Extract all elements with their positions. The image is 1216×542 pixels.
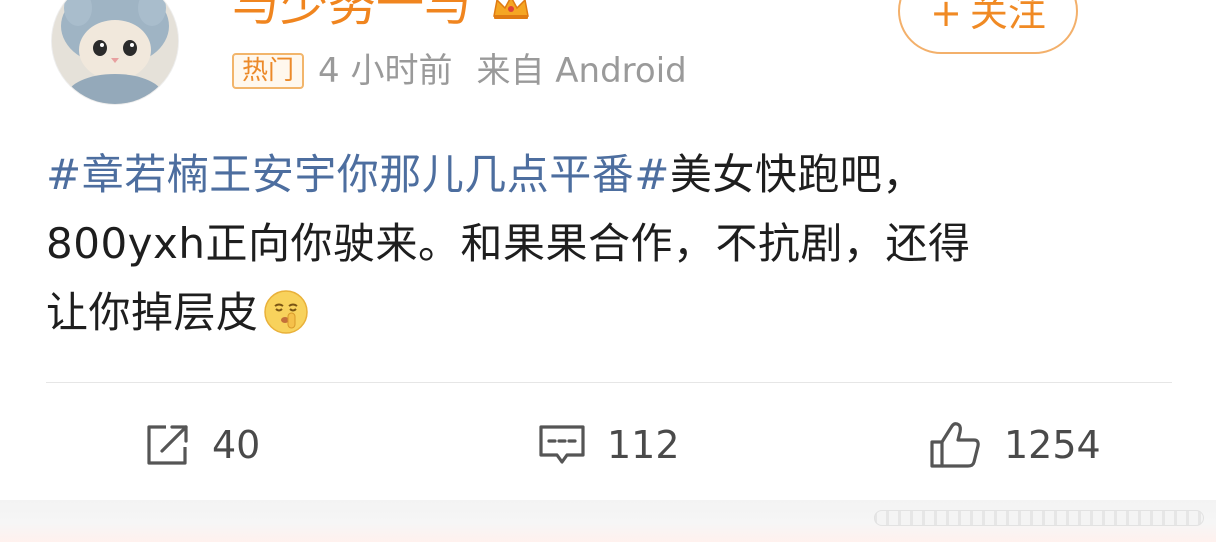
comment-button[interactable]: 112 xyxy=(537,414,680,476)
follow-button[interactable]: + 关注 xyxy=(898,0,1078,54)
content-line2-text: 800yxh正向你驶来。和果果合作，不抗剧，还得 xyxy=(46,219,971,268)
repost-button[interactable]: 40 xyxy=(144,414,260,476)
kitten-avatar-image xyxy=(52,0,178,104)
username-text[interactable]: 与少努一与 xyxy=(232,0,472,32)
plus-icon: + xyxy=(930,0,962,35)
share-icon xyxy=(147,425,188,465)
hot-badge: 热门 xyxy=(232,53,305,89)
content-line1-text: 美女快跑吧， xyxy=(669,150,925,199)
repost-count: 40 xyxy=(212,423,261,467)
content-divider xyxy=(46,382,1172,383)
post-meta: 热门 4 小时前 来自 Android xyxy=(232,50,687,92)
comment-icon xyxy=(539,425,585,464)
content-line3-text: 让你掉层皮 xyxy=(46,288,259,337)
scroll-handle[interactable] xyxy=(874,510,1204,526)
follow-label: 关注 xyxy=(969,0,1046,35)
shushing-face-emoji xyxy=(263,290,308,334)
post-time: 4 小时前 xyxy=(318,51,453,91)
topic-link[interactable]: #章若楠王安宇你那儿几点平番# xyxy=(46,150,670,199)
user-avatar[interactable] xyxy=(52,0,178,104)
comment-count: 112 xyxy=(607,423,680,467)
post-content: #章若楠王安宇你那儿几点平番#美女快跑吧， 800yxh正向你驶来。和果果合作，… xyxy=(46,140,1176,347)
crown-icon xyxy=(493,0,530,19)
username[interactable]: 与少努一与 xyxy=(232,0,531,32)
post-source: 来自 Android xyxy=(476,51,687,91)
thumbs-up-icon xyxy=(930,422,980,468)
like-count: 1254 xyxy=(1004,423,1101,467)
weibo-post-card: 与少努一与 + 关注 热门 4 小时前 来自 Android #章若楠王安宇你那儿… xyxy=(0,0,1216,500)
like-button[interactable]: 1254 xyxy=(928,414,1101,476)
